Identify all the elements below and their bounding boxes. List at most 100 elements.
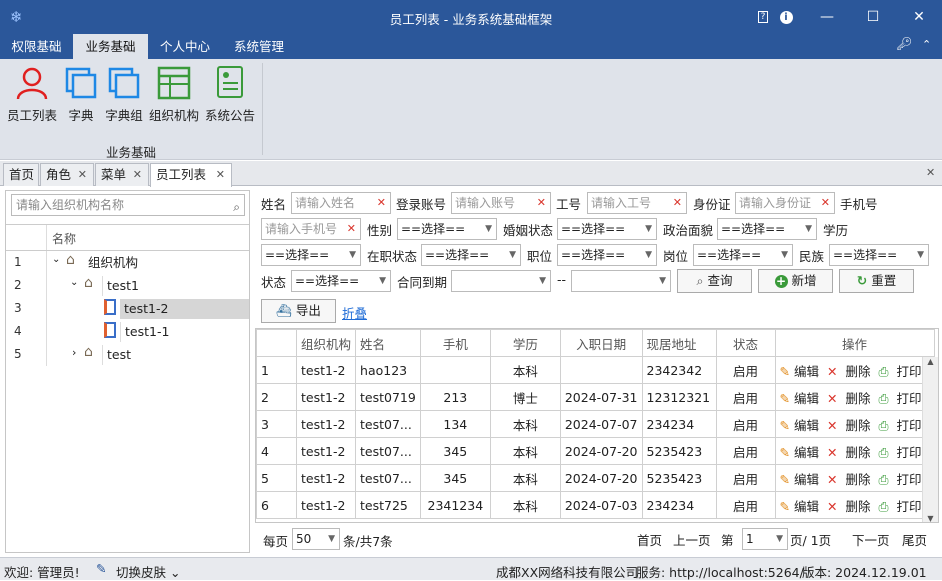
tree-row[interactable]: 4 test1-1 <box>6 320 249 343</box>
phone-input[interactable]: 请输入手机号 ✕ <box>261 218 361 240</box>
print-button[interactable]: ⎙ 打印 <box>878 445 925 460</box>
row-number: 1 <box>256 356 297 384</box>
last-page-button[interactable]: 尾页 <box>902 530 927 549</box>
query-button[interactable]: ⌕ 查询 <box>677 269 752 293</box>
export-button[interactable]: ⛴ 导出 <box>261 299 336 323</box>
cell-name: hao123 <box>355 356 421 384</box>
dictionary-button[interactable]: 字典 <box>62 65 100 124</box>
tree-row[interactable]: 1 ⌄ ⌂ 组织机构 <box>6 251 249 274</box>
title-select[interactable]: ==选择== ▼ <box>557 244 657 266</box>
per-page-select[interactable]: 50 ▼ <box>292 528 340 550</box>
print-button[interactable]: ⎙ 打印 <box>878 418 925 433</box>
clear-icon: ✕ <box>672 196 682 209</box>
edit-button[interactable]: ✎ 编辑 <box>780 391 824 406</box>
reset-button[interactable]: ↻ 重置 <box>839 269 914 293</box>
print-button[interactable]: ⎙ 打印 <box>878 364 925 379</box>
cell-org: test1-2 <box>295 464 357 492</box>
expand-icon[interactable]: ⌃ <box>922 38 931 51</box>
education-select[interactable]: ==选择== ▼ <box>261 244 361 266</box>
delete-button[interactable]: ✕ 删除 <box>827 499 874 514</box>
edit-button[interactable]: ✎ 编辑 <box>780 364 824 379</box>
key-icon[interactable]: 🔑︎ <box>896 37 913 52</box>
org-search-input[interactable]: 请输入组织机构名称 ⌕ <box>11 194 245 216</box>
employment-select[interactable]: ==选择== ▼ <box>421 244 521 266</box>
tab-employee-list[interactable]: 员工列表 ✕ <box>150 163 232 187</box>
tree-row[interactable]: 3 test1-2 <box>6 297 249 320</box>
ethnicity-select[interactable]: ==选择== ▼ <box>829 244 929 266</box>
employee-list-button[interactable]: 员工列表 <box>6 65 58 124</box>
tree-row[interactable]: 2 ⌄ ⌂ test1 <box>6 274 249 297</box>
table-row[interactable]: 5 test1-2 test07... 345 本科 2024-07-20 5235423 启… <box>256 464 935 492</box>
delete-button[interactable]: ✕ 删除 <box>827 418 874 433</box>
name-input[interactable]: 请输入姓名 ✕ <box>291 192 391 214</box>
total-count: 条/共7条 <box>343 534 393 549</box>
refresh-icon: ↻ <box>856 273 868 288</box>
cell-phone: 134 <box>419 410 491 438</box>
print-button[interactable]: ⎙ 打印 <box>878 472 925 487</box>
tab-home[interactable]: 首页 <box>3 163 39 186</box>
tree-row[interactable]: 5 › ⌂ test <box>6 343 249 366</box>
table-header-row: 组织机构 姓名 手机 学历 入职日期 现居地址 状态 操作 <box>256 329 935 357</box>
menu-tab-permissions[interactable]: 权限基础 <box>0 34 73 59</box>
job-no-input[interactable]: 请输入工号 ✕ <box>587 192 687 214</box>
delete-button[interactable]: ✕ 删除 <box>827 472 874 487</box>
tab-roles[interactable]: 角色 ✕ <box>40 163 94 186</box>
page-number-select[interactable]: 1 ▼ <box>742 528 788 550</box>
maximize-button[interactable]: ☐ <box>850 0 896 34</box>
edit-button[interactable]: ✎ 编辑 <box>780 418 824 433</box>
edit-button[interactable]: ✎ 编辑 <box>780 472 824 487</box>
edit-button[interactable]: ✎ 编辑 <box>780 445 824 460</box>
collapse-icon: ⌄ <box>70 277 79 288</box>
delete-button[interactable]: ✕ 删除 <box>827 445 874 460</box>
prev-page-button[interactable]: 上一页 <box>673 530 711 549</box>
table-row[interactable]: 4 test1-2 test07... 345 本科 2024-07-20 5235423 启… <box>256 437 935 465</box>
minimize-button[interactable]: — <box>804 0 850 34</box>
close-all-icon[interactable]: ✕ <box>926 166 935 179</box>
ribbon-tabs: 权限基础 业务基础 个人中心 系统管理 🔑︎ ⌃ <box>0 34 942 59</box>
id-card-input[interactable]: 请输入身份证 ✕ <box>735 192 835 214</box>
contract-end-select[interactable]: ▼ <box>571 270 671 292</box>
delete-button[interactable]: ✕ 删除 <box>827 364 874 379</box>
skin-icon[interactable]: ✎ <box>96 561 106 576</box>
dictionary-group-button[interactable]: 字典组 <box>103 65 145 124</box>
menu-tab-business[interactable]: 业务基础 <box>73 34 148 59</box>
info-icon[interactable]: i <box>766 0 806 34</box>
gender-select[interactable]: ==选择== ▼ <box>397 218 497 240</box>
menu-tab-personal[interactable]: 个人中心 <box>148 34 222 59</box>
first-page-button[interactable]: 首页 <box>637 530 662 549</box>
document-tabs: 首页 角色 ✕ 菜单 ✕ 员工列表 ✕ ✕ <box>0 161 942 187</box>
political-select[interactable]: ==选择== ▼ <box>717 218 817 240</box>
table-row[interactable]: 2 test1-2 test0719 213 博士 2024-07-31 12312321 启… <box>256 383 935 411</box>
edit-button[interactable]: ✎ 编辑 <box>780 499 824 514</box>
table-row[interactable]: 6 test1-2 test725 2341234 本科 2024-07-03 234234… <box>256 491 935 519</box>
switch-skin-button[interactable]: 切换皮肤 ⌄ <box>116 562 180 581</box>
add-button[interactable]: + 新增 <box>758 269 833 293</box>
state-select[interactable]: ==选择== ▼ <box>291 270 391 292</box>
organization-button[interactable]: 组织机构 <box>148 65 200 124</box>
print-button[interactable]: ⎙ 打印 <box>878 499 925 514</box>
post-select[interactable]: ==选择== ▼ <box>693 244 793 266</box>
vertical-scrollbar[interactable]: ▲ ▼ <box>922 357 938 522</box>
cell-education: 本科 <box>489 356 561 384</box>
cell-address: 234234 <box>641 410 717 438</box>
home-icon: ⌂ <box>66 252 75 268</box>
delete-button[interactable]: ✕ 删除 <box>827 391 874 406</box>
employment-label: 在职状态 <box>367 249 418 264</box>
contract-start-select[interactable]: ▼ <box>451 270 551 292</box>
close-button[interactable]: ✕ <box>896 0 942 34</box>
table-row[interactable]: 1 test1-2 hao123 本科 2342342 启用 ✎ 编辑 ✕ 删除 ⎙ 打印 <box>256 356 935 384</box>
cell-hire-date: 2024-07-03 <box>559 491 643 519</box>
marital-select[interactable]: ==选择== ▼ <box>557 218 657 240</box>
cell-name: test07... <box>355 464 421 492</box>
education-label: 学历 <box>823 223 849 238</box>
collapse-link[interactable]: 折叠 <box>342 303 367 322</box>
menu-tab-system[interactable]: 系统管理 <box>222 34 296 59</box>
tab-menus[interactable]: 菜单 ✕ <box>95 163 149 186</box>
gender-label: 性别 <box>367 223 393 238</box>
row-number: 3 <box>256 410 297 438</box>
print-button[interactable]: ⎙ 打印 <box>878 391 925 406</box>
table-row[interactable]: 3 test1-2 test07... 134 本科 2024-07-07 234234 启用… <box>256 410 935 438</box>
announcement-button[interactable]: 系统公告 <box>204 65 256 124</box>
next-page-button[interactable]: 下一页 <box>852 530 890 549</box>
account-input[interactable]: 请输入账号 ✕ <box>451 192 551 214</box>
